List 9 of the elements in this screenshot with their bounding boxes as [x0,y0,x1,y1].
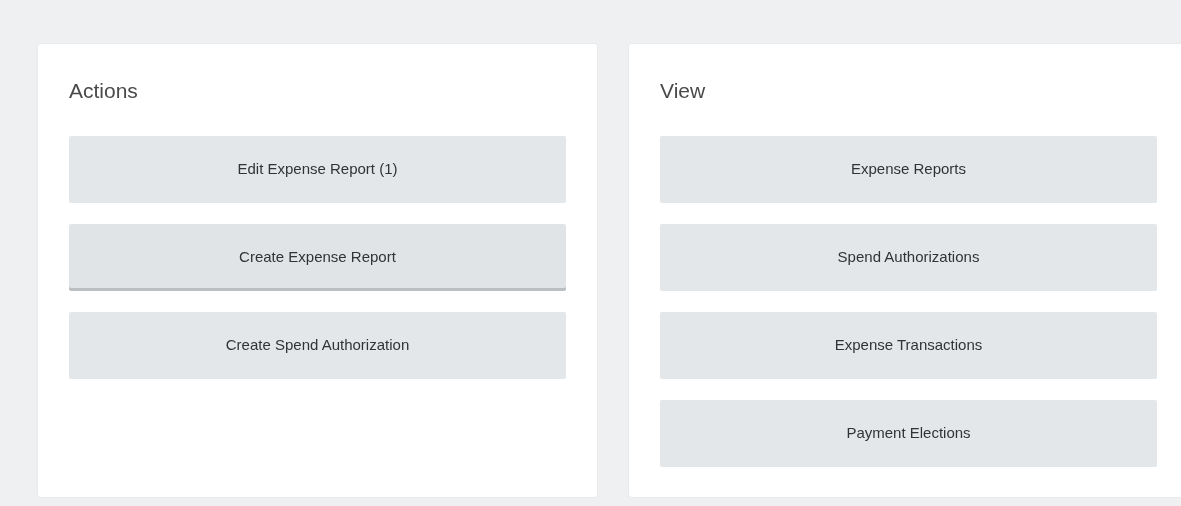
action-button[interactable]: Expense Transactions [660,312,1157,379]
action-button[interactable]: Spend Authorizations [660,224,1157,291]
action-button[interactable]: Payment Elections [660,400,1157,467]
panel-title: View [660,78,706,104]
action-button[interactable]: Create Expense Report [69,224,566,291]
panel-title: Actions [69,78,138,104]
action-button[interactable]: Edit Expense Report (1) [69,136,566,203]
action-button[interactable]: Expense Reports [660,136,1157,203]
action-button[interactable]: Create Spend Authorization [69,312,566,379]
